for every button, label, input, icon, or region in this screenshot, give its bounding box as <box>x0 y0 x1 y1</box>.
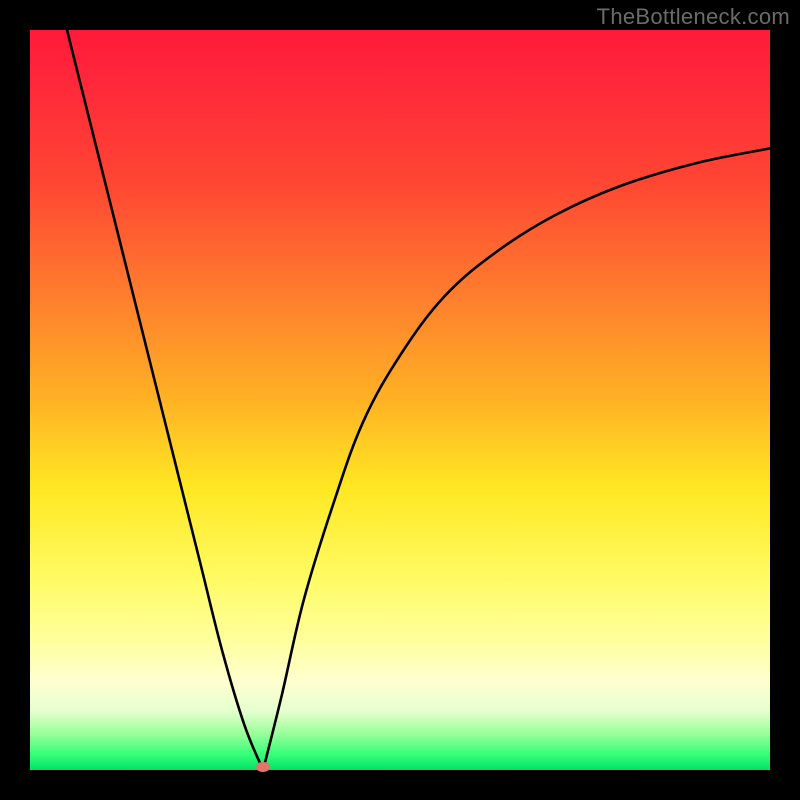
bottleneck-curve <box>30 30 770 770</box>
watermark-text: TheBottleneck.com <box>597 4 790 30</box>
curve-right-branch <box>263 148 770 770</box>
chart-area <box>30 30 770 770</box>
minimum-marker <box>256 762 270 772</box>
curve-left-branch <box>67 30 263 770</box>
